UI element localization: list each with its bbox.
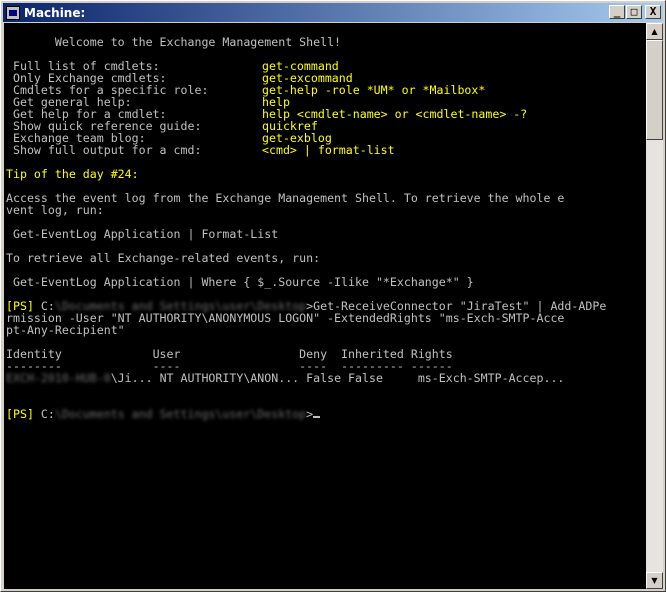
tip-text: To retrieve all Exchange-related events,… (6, 251, 321, 265)
window-title: Machine: (24, 5, 86, 20)
tip-example-command: Get-EventLog Application | Format-List (6, 227, 279, 241)
console-app-icon[interactable] (6, 5, 20, 20)
help-label: Show full output for a cmd: (6, 143, 202, 157)
help-command: get-help -role *UM* or *Mailbox* (262, 83, 486, 97)
tip-heading: Tip of the day #24: (6, 167, 139, 181)
console-window: Machine: _ □ X Welcome to the Exchange M… (0, 0, 666, 592)
scroll-up-arrow-icon[interactable]: ▲ (646, 23, 663, 40)
maximize-button[interactable]: □ (626, 5, 642, 19)
prompt-path-redacted: \Documents and Settings\user\Desktop (54, 407, 307, 421)
identity-redacted: EXCH-2010-HUB-0 (6, 371, 111, 385)
tip-example-command: Get-EventLog Application | Where { $_.So… (6, 275, 474, 289)
minimize-button[interactable]: _ (609, 5, 625, 19)
text-cursor (313, 416, 321, 418)
scroll-down-arrow-icon[interactable]: ▼ (646, 572, 663, 589)
prompt-tag: [PS] (6, 407, 34, 421)
row-values: \Ji... NT AUTHORITY\ANON... False False … (110, 371, 565, 385)
table-row: EXCH-2010-HUB-0\Ji... NT AUTHORITY\ANON.… (6, 372, 564, 384)
welcome-text: Welcome to the Exchange Management Shell… (6, 35, 342, 49)
help-command: <cmd> | format-list (262, 143, 395, 157)
command-text-wrap: pt-Any-Recipient" (6, 323, 125, 337)
scrollbar-thumb[interactable] (646, 40, 663, 140)
window-controls: _ □ X (608, 5, 661, 19)
close-button[interactable]: X (645, 5, 661, 19)
console-output[interactable]: Welcome to the Exchange Management Shell… (4, 23, 646, 589)
help-row: Show full output for a cmd: <cmd> | forma… (6, 143, 395, 157)
title-bar[interactable]: Machine: _ □ X (3, 3, 663, 22)
vertical-scrollbar[interactable]: ▲ ▼ (646, 23, 663, 589)
prompt-line[interactable]: [PS] C:\Documents and Settings\user\Desk… (6, 407, 321, 421)
tip-text: vent log, run: (6, 203, 104, 217)
prompt-drive: C: (33, 407, 55, 421)
prompt-end: > (306, 407, 314, 421)
